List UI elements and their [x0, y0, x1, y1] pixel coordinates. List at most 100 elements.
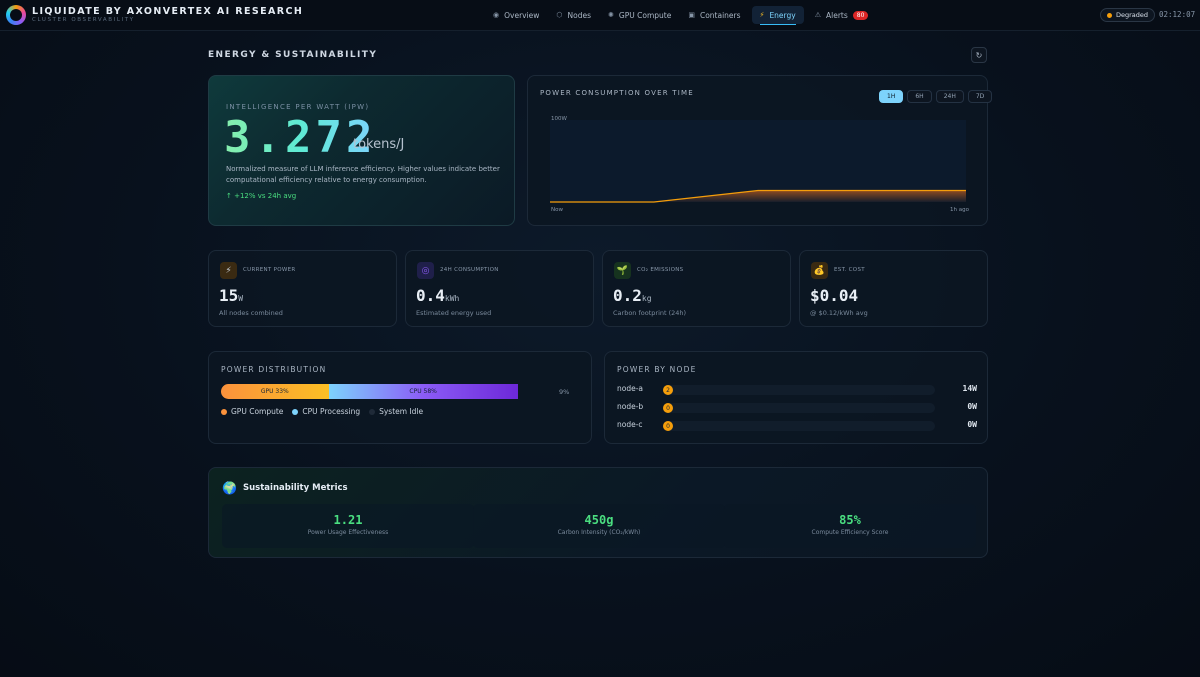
node-row[interactable]: node-a 2 14W [617, 384, 977, 396]
chart-title: POWER CONSUMPTION OVER TIME [540, 89, 694, 97]
stat-sub: Estimated energy used [416, 309, 492, 317]
range-tab-1h[interactable]: 1H [879, 90, 904, 103]
stat-label: CURRENT POWER [243, 267, 296, 273]
stat-card-co2-emissions: 🌱 CO₂ EMISSIONS 0.2kg Carbon footprint (… [602, 250, 791, 327]
stat-card-24h-consumption: ◎ 24H CONSUMPTION 0.4kWh Estimated energ… [405, 250, 594, 327]
nav-nodes-label: Nodes [567, 10, 592, 20]
metric-compute-efficiency: 85% Compute Efficiency Score [724, 504, 976, 548]
node-power-title: POWER BY NODE [617, 365, 697, 374]
node-value: 0W [967, 402, 977, 411]
stat-sub: Carbon footprint (24h) [613, 309, 687, 317]
power-chart [550, 120, 966, 203]
metric-value: 450g [584, 513, 614, 527]
globe-icon: 🌍 [222, 481, 237, 495]
metric-label: Carbon Intensity (CO₂/kWh) [557, 529, 641, 536]
stat-unit: W [238, 294, 244, 303]
nav-nodes[interactable]: ⬡ Nodes [550, 6, 597, 24]
nav-containers[interactable]: ▣ Containers [682, 6, 746, 24]
node-name: node-b [617, 402, 644, 411]
money-bag-icon: 💰 [811, 262, 828, 279]
page-title: ENERGY & SUSTAINABILITY [208, 50, 378, 60]
brand[interactable]: LIQUIDATE BY AXONVERTEX AI RESEARCH CLUS… [6, 5, 303, 25]
stat-label: 24H CONSUMPTION [440, 267, 499, 273]
range-tab-6h[interactable]: 6H [907, 90, 932, 103]
node-value: 14W [962, 384, 977, 393]
stat-unit: kg [641, 294, 652, 303]
range-tab-24h[interactable]: 24H [935, 90, 964, 103]
stat-sub: @ $0.12/kWh avg [810, 309, 868, 317]
nav-gpu-compute[interactable]: ✺ GPU Compute [602, 6, 677, 24]
nodes-icon: ⬡ [556, 11, 563, 19]
stat-number: 0.4 [416, 286, 445, 305]
stat-label: CO₂ EMISSIONS [637, 267, 684, 273]
cpu-segment: CPU 58% [328, 384, 518, 399]
legend-gpu: GPU Compute [221, 407, 283, 416]
ipw-description: Normalized measure of LLM inference effi… [226, 165, 500, 184]
node-bar-track: 0 [663, 403, 935, 413]
metric-value: 85% [839, 513, 861, 527]
lightning-icon: ⚡ [220, 262, 237, 279]
gpu-icon: ✺ [608, 11, 614, 19]
stat-label: EST. COST [834, 267, 865, 273]
metric-label: Power Usage Effectiveness [307, 529, 389, 536]
node-value: 0W [967, 420, 977, 429]
stat-value: 15W [219, 286, 243, 305]
stat-value: 0.4kWh [416, 286, 459, 305]
ipw-label: INTELLIGENCE PER WATT (IPW) [226, 103, 370, 111]
refresh-button[interactable]: ↻ [971, 47, 987, 63]
legend-label: CPU Processing [302, 407, 361, 416]
legend-dot-icon [221, 408, 227, 415]
node-bar-track: 2 [663, 385, 935, 395]
node-bar-track: 0 [663, 421, 935, 431]
target-icon: ◎ [417, 262, 434, 279]
node-row[interactable]: node-c 0 0W [617, 420, 977, 432]
gpu-segment: GPU 33% [221, 384, 329, 399]
node-bar-fill: 0 [663, 403, 673, 413]
containers-icon: ▣ [688, 11, 695, 19]
idle-percent: 9% [559, 388, 570, 396]
metric-pue: 1.21 Power Usage Effectiveness [222, 504, 474, 548]
stat-sub: All nodes combined [219, 309, 283, 317]
status-badge[interactable]: Degraded [1100, 8, 1156, 22]
node-name: node-c [617, 420, 643, 429]
stat-number: $0.04 [810, 286, 859, 305]
node-name: node-a [617, 384, 644, 393]
legend-dot-icon [292, 408, 299, 415]
stat-number: 0.2 [613, 286, 642, 305]
alerts-count-badge: 80 [852, 10, 869, 20]
stat-unit: kWh [444, 294, 460, 303]
clock: 02:12:07 [1159, 10, 1196, 19]
range-tab-7d[interactable]: 7D [967, 90, 993, 103]
ipw-unit: tokens/J [353, 137, 405, 152]
nav-overview[interactable]: ◉ Overview [487, 6, 545, 24]
top-bar: LIQUIDATE BY AXONVERTEX AI RESEARCH CLUS… [0, 0, 1200, 31]
chart-x-label-end: 1h ago [950, 207, 969, 213]
distribution-legend: GPU Compute CPU Processing System Idle [221, 407, 432, 416]
node-row[interactable]: node-b 0 0W [617, 402, 977, 414]
legend-dot-icon [369, 408, 376, 415]
node-bar-fill: 2 [663, 385, 673, 395]
stat-value: 0.2kg [613, 286, 652, 305]
chart-y-tick-label: 100W [551, 116, 567, 122]
nav-energy[interactable]: ⚡ Energy [751, 6, 804, 25]
nav-energy-label: Energy [769, 10, 796, 20]
seedling-icon: 🌱 [614, 262, 631, 279]
nav-gpu-label: GPU Compute [618, 10, 672, 20]
main-nav: ◉ Overview ⬡ Nodes ✺ GPU Compute ▣ Conta… [487, 6, 879, 25]
nav-overview-label: Overview [504, 10, 540, 20]
legend-label: System Idle [379, 407, 424, 416]
status-label: Degraded [1116, 11, 1149, 19]
power-distribution-card: POWER DISTRIBUTION GPU 33% CPU 58% 9% GP… [208, 351, 592, 444]
legend-cpu: CPU Processing [292, 407, 360, 416]
metric-value: 1.21 [333, 513, 363, 527]
nav-alerts[interactable]: ⚠ Alerts 80 [809, 6, 875, 24]
warning-icon: ⚠ [814, 11, 821, 19]
lightning-icon: ⚡ [759, 11, 765, 19]
distribution-title: POWER DISTRIBUTION [221, 365, 327, 374]
brand-title: LIQUIDATE BY AXONVERTEX AI RESEARCH [32, 6, 304, 17]
power-chart-card: POWER CONSUMPTION OVER TIME 1H 6H 24H 7D… [527, 75, 993, 226]
ipw-card: INTELLIGENCE PER WATT (IPW) 3.272 tokens… [208, 75, 515, 226]
stat-card-est-cost: 💰 EST. COST $0.04 @ $0.12/kWh avg [799, 250, 988, 327]
status-dot-icon [1107, 12, 1112, 18]
nav-containers-label: Containers [699, 10, 741, 20]
